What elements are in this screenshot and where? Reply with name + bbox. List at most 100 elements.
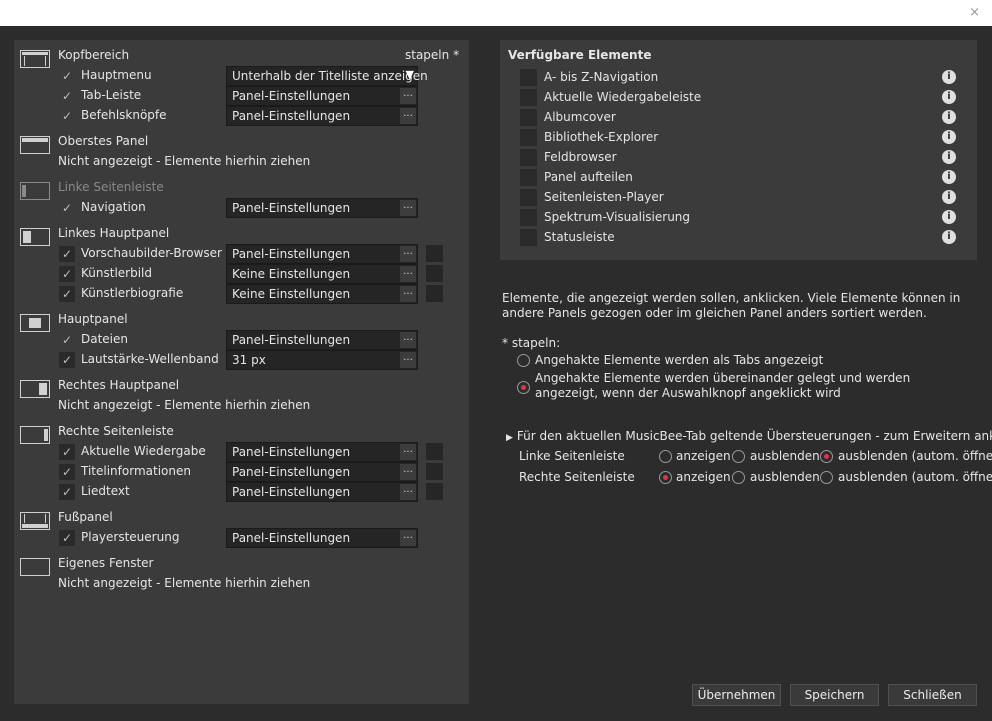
item-checkbox[interactable] xyxy=(520,109,537,126)
drop-hint[interactable]: Nicht angezeigt - Elemente hierhin ziehe… xyxy=(58,154,310,168)
settings-field[interactable]: Keine Einstellungen ... xyxy=(226,284,418,304)
checkmark-icon[interactable]: ✓ xyxy=(59,200,75,216)
settings-field[interactable]: Panel-Einstellungen ... xyxy=(226,442,418,462)
option-label[interactable]: ausblenden xyxy=(750,449,820,464)
checkmark-icon[interactable]: ✓ xyxy=(59,266,75,282)
checkmark-icon[interactable]: ✓ xyxy=(59,332,75,348)
checkmark-icon[interactable]: ✓ xyxy=(59,88,75,104)
item-checkbox[interactable] xyxy=(520,69,537,86)
stapeln-stacked-label[interactable]: Angehakte Elemente werden übereinander g… xyxy=(535,371,975,401)
stapeln-checkbox[interactable] xyxy=(426,483,443,500)
settings-field[interactable]: Panel-Einstellungen ... xyxy=(226,86,418,106)
expand-arrow-icon[interactable]: ▶ xyxy=(506,433,513,443)
checkmark-icon[interactable]: ✓ xyxy=(59,246,75,262)
stapeln-checkbox[interactable] xyxy=(426,265,443,282)
item-label: Spektrum-Visualisierung xyxy=(544,210,691,224)
save-button[interactable]: Speichern xyxy=(790,684,879,706)
option-label[interactable]: ausblenden (autom. öffnen) xyxy=(838,449,992,464)
info-icon[interactable]: i xyxy=(942,110,956,124)
ellipsis-button[interactable]: ... xyxy=(400,332,416,348)
info-icon[interactable]: i xyxy=(942,90,956,104)
item-checkbox[interactable] xyxy=(520,169,537,186)
settings-field[interactable]: Panel-Einstellungen ... xyxy=(226,462,418,482)
right-sidebar-hide-auto-radio[interactable] xyxy=(820,471,833,484)
settings-field[interactable]: Panel-Einstellungen ... xyxy=(226,528,418,548)
available-item[interactable]: Seitenleisten-Player i xyxy=(500,188,977,208)
right-sidebar-hide-radio[interactable] xyxy=(732,471,745,484)
option-label[interactable]: anzeigen xyxy=(676,449,731,464)
hauptmenu-select[interactable]: Unterhalb der Titelliste anzeigen ▼ xyxy=(226,66,428,86)
info-icon[interactable]: i xyxy=(942,190,956,204)
ellipsis-button[interactable]: ... xyxy=(400,464,416,480)
close-button[interactable]: Schließen xyxy=(888,684,977,706)
right-sidebar-show-radio[interactable] xyxy=(659,471,672,484)
left-sidebar-show-radio[interactable] xyxy=(659,450,672,463)
ellipsis-button[interactable]: ... xyxy=(400,286,416,302)
item-checkbox[interactable] xyxy=(520,149,537,166)
drop-hint[interactable]: Nicht angezeigt - Elemente hierhin ziehe… xyxy=(58,576,310,590)
apply-button[interactable]: Übernehmen xyxy=(692,684,781,706)
item-checkbox[interactable] xyxy=(520,129,537,146)
stapeln-tabs-radio[interactable] xyxy=(517,354,530,367)
ellipsis-button[interactable]: ... xyxy=(400,444,416,460)
stapeln-checkbox[interactable] xyxy=(426,245,443,262)
stapeln-checkbox[interactable] xyxy=(426,463,443,480)
stapeln-stacked-radio[interactable] xyxy=(517,381,530,394)
item-checkbox[interactable] xyxy=(520,189,537,206)
settings-field[interactable]: Panel-Einstellungen ... xyxy=(226,106,418,126)
checkmark-icon[interactable]: ✓ xyxy=(59,464,75,480)
settings-field[interactable]: Panel-Einstellungen ... xyxy=(226,482,418,502)
ellipsis-button[interactable]: ... xyxy=(400,530,416,546)
settings-field[interactable]: Panel-Einstellungen ... xyxy=(226,330,418,350)
info-icon[interactable]: i xyxy=(942,150,956,164)
available-item[interactable]: Bibliothek-Explorer i xyxy=(500,128,977,148)
item-checkbox[interactable] xyxy=(520,209,537,226)
ellipsis-button[interactable]: ... xyxy=(400,352,416,368)
stapeln-tabs-label[interactable]: Angehakte Elemente werden als Tabs angez… xyxy=(535,353,823,368)
settings-field[interactable]: Keine Einstellungen ... xyxy=(226,264,418,284)
available-item[interactable]: A- bis Z-Navigation i xyxy=(500,68,977,88)
info-icon[interactable]: i xyxy=(942,130,956,144)
available-item[interactable]: Panel aufteilen i xyxy=(500,168,977,188)
checkmark-icon[interactable]: ✓ xyxy=(59,530,75,546)
drop-hint[interactable]: Nicht angezeigt - Elemente hierhin ziehe… xyxy=(58,398,310,412)
ellipsis-button[interactable]: ... xyxy=(400,200,416,216)
checkmark-icon[interactable]: ✓ xyxy=(59,444,75,460)
ellipsis-button[interactable]: ... xyxy=(400,266,416,282)
item-checkbox[interactable] xyxy=(520,89,537,106)
available-item[interactable]: Albumcover i xyxy=(500,108,977,128)
ellipsis-button[interactable]: ... xyxy=(400,484,416,500)
left-sidebar-hide-auto-radio[interactable] xyxy=(820,450,833,463)
option-label[interactable]: ausblenden (autom. öffnen) xyxy=(838,470,992,485)
item-checkbox[interactable] xyxy=(520,229,537,246)
checkmark-icon[interactable]: ✓ xyxy=(59,286,75,302)
info-icon[interactable]: i xyxy=(942,210,956,224)
ellipsis-button[interactable]: ... xyxy=(400,88,416,104)
available-item[interactable]: Spektrum-Visualisierung i xyxy=(500,208,977,228)
available-item[interactable]: Statusleiste i xyxy=(500,228,977,248)
checkmark-icon[interactable]: ✓ xyxy=(59,484,75,500)
section-title: Linke Seitenleiste xyxy=(58,180,164,194)
info-icon[interactable]: i xyxy=(942,170,956,184)
stapeln-checkbox[interactable] xyxy=(426,443,443,460)
info-icon[interactable]: i xyxy=(942,230,956,244)
row-label: Navigation xyxy=(81,200,146,214)
stapeln-checkbox[interactable] xyxy=(426,285,443,302)
left-sidebar-hide-radio[interactable] xyxy=(732,450,745,463)
ellipsis-button[interactable]: ... xyxy=(400,108,416,124)
ellipsis-button[interactable]: ... xyxy=(400,246,416,262)
checkmark-icon[interactable]: ✓ xyxy=(59,352,75,368)
dropdown-arrow-icon[interactable]: ▼ xyxy=(406,68,414,81)
checkmark-icon[interactable]: ✓ xyxy=(59,108,75,124)
settings-field[interactable]: Panel-Einstellungen ... xyxy=(226,244,418,264)
settings-field[interactable]: 31 px ... xyxy=(226,350,418,370)
checkmark-icon[interactable]: ✓ xyxy=(59,68,75,84)
close-icon[interactable]: × xyxy=(969,5,980,20)
info-icon[interactable]: i xyxy=(942,70,956,84)
overrides-expander[interactable]: ▶ Für den aktuellen MusicBee-Tab geltende… xyxy=(506,429,992,443)
option-label[interactable]: ausblenden xyxy=(750,470,820,485)
option-label[interactable]: anzeigen xyxy=(676,470,731,485)
settings-field[interactable]: Panel-Einstellungen ... xyxy=(226,198,418,218)
available-item[interactable]: Feldbrowser i xyxy=(500,148,977,168)
available-item[interactable]: Aktuelle Wiedergabeleiste i xyxy=(500,88,977,108)
